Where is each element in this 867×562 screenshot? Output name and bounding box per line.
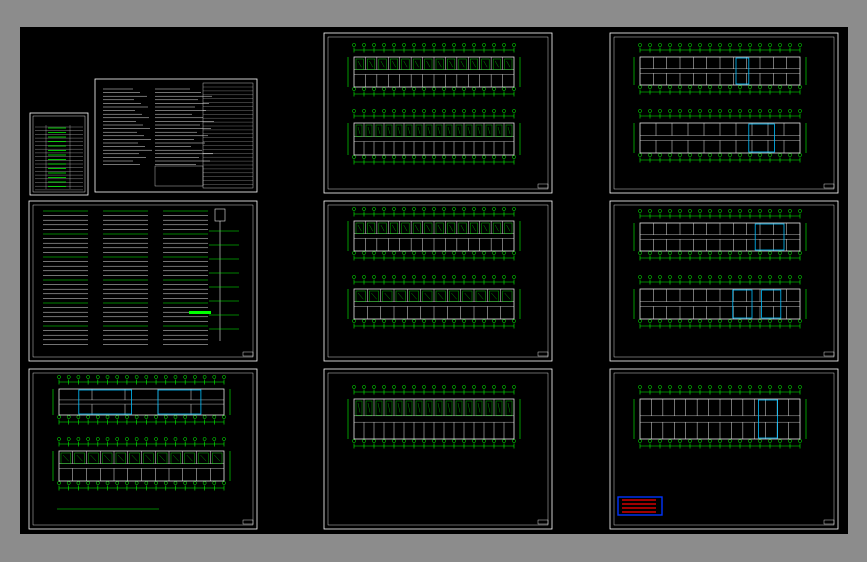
drawing-sheet-plan-sheet-6[interactable]	[609, 200, 839, 362]
drawing-sheet-system-diagram[interactable]	[28, 200, 258, 362]
sheet-border	[28, 368, 258, 530]
drawing-sheet-design-notes[interactable]	[94, 78, 258, 193]
drawing-sheet-plan-sheet-8[interactable]	[323, 368, 553, 530]
sheet-border	[609, 368, 839, 530]
drawing-sheet-ground-floor-plan[interactable]	[28, 368, 258, 530]
drawing-sheet-plan-sheet-5[interactable]	[323, 200, 553, 362]
drawing-sheet-plan-sheet-3[interactable]	[609, 32, 839, 194]
drawing-sheet-cover-index[interactable]	[29, 112, 89, 196]
drawing-sheet-plan-sheet-2[interactable]	[323, 32, 553, 194]
cad-drawing	[28, 32, 839, 530]
drawing-canvas[interactable]	[20, 27, 848, 534]
drawing-sheet-plan-sheet-9[interactable]	[609, 368, 839, 530]
bus-bar	[189, 311, 211, 314]
sheet-border	[609, 200, 839, 362]
sheet-border	[29, 112, 89, 196]
sheet-border	[323, 368, 553, 530]
